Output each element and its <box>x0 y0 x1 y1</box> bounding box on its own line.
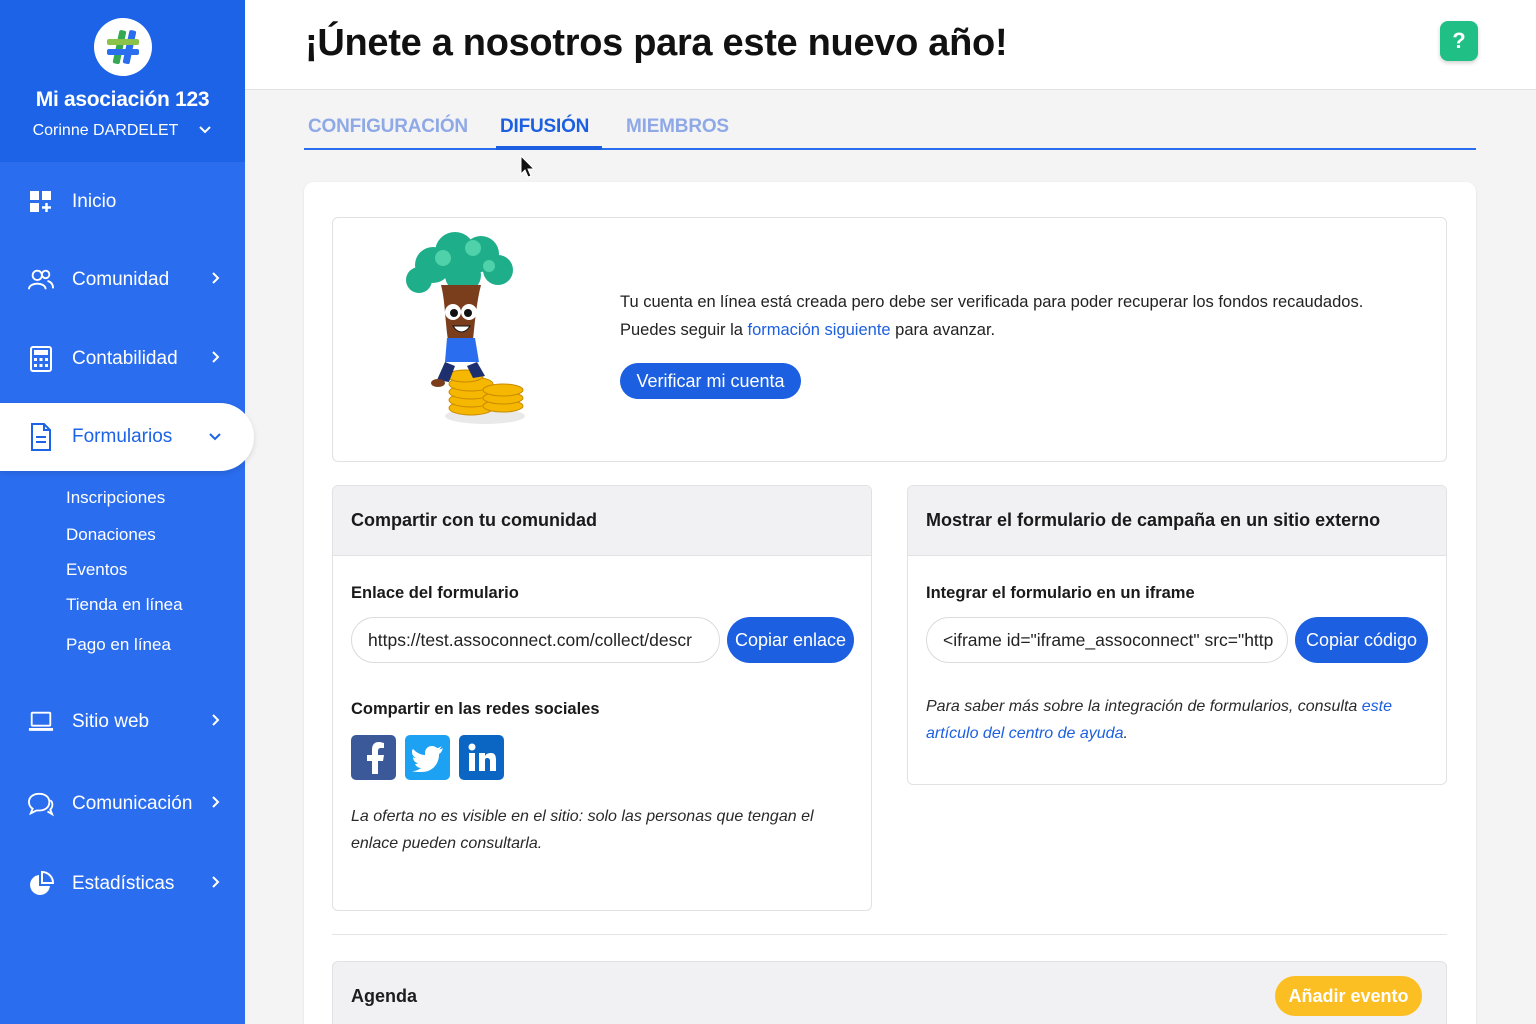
sidebar-item-label: Sitio web <box>72 711 150 732</box>
sidebar: Mi asociación 123 Corinne DARDELET Inici… <box>0 0 254 1024</box>
agenda-section: Agenda Añadir evento <box>332 961 1447 1024</box>
share-note-line-2: enlace pueden consultarla. <box>351 835 543 852</box>
sidebar-item-comunidad[interactable]: Comunidad <box>0 246 245 314</box>
verify-account-box: Tu cuenta en línea está creada pero debe… <box>332 217 1447 462</box>
sidebar-item-formularios[interactable]: Formularios <box>0 403 254 471</box>
page-header: ¡Únete a nosotros para este nuevo año! ? <box>245 0 1536 90</box>
chevron-right-icon <box>211 711 221 733</box>
share-card: Compartir con tu comunidad Enlace del fo… <box>332 485 872 911</box>
iframe-label: Integrar el formulario en un iframe <box>926 584 1195 602</box>
page-title: ¡Únete a nosotros para este nuevo año! <box>305 22 1008 64</box>
chevron-down-icon <box>198 122 212 140</box>
embed-note: Para saber más sobre la integración de f… <box>926 693 1426 747</box>
add-event-button[interactable]: Añadir evento <box>1275 976 1422 1016</box>
tab-miembros[interactable]: MIEMBROS <box>626 116 729 138</box>
sidebar-item-label: Contabilidad <box>72 348 178 369</box>
tree-mascot-illustration <box>393 230 533 435</box>
facebook-icon[interactable] <box>351 735 396 780</box>
help-article-link-part2[interactable]: artículo del centro de ayuda <box>926 725 1123 742</box>
mouse-cursor-icon <box>520 154 536 184</box>
chart-icon <box>28 871 54 897</box>
sidebar-subitem-eventos[interactable]: Eventos <box>66 560 127 580</box>
org-logo[interactable] <box>93 18 152 76</box>
sidebar-item-inicio[interactable]: Inicio <box>0 168 245 236</box>
embed-card: Mostrar el formulario de campaña en un s… <box>907 485 1447 785</box>
verify-line-2-end: para avanzar. <box>890 321 996 339</box>
verify-line-2-text: Puedes seguir la <box>620 321 748 339</box>
user-name: Corinne DARDELET <box>32 122 179 139</box>
tab-bar: CONFIGURACIÓN DIFUSIÓN MIEMBROS <box>304 108 1476 150</box>
calculator-icon <box>28 346 54 372</box>
sidebar-subitem-tienda[interactable]: Tienda en línea <box>66 595 183 615</box>
agenda-title: Agenda <box>351 986 418 1006</box>
chevron-right-icon <box>211 269 221 291</box>
linkedin-icon[interactable] <box>459 735 504 780</box>
help-article-link-part1[interactable]: este <box>1362 698 1392 715</box>
sidebar-item-label: Comunidad <box>72 269 170 290</box>
sidebar-item-estadisticas[interactable]: Estadísticas <box>0 850 245 918</box>
content-panel: Tu cuenta en línea está creada pero debe… <box>304 182 1476 1024</box>
embed-note-text: Para saber más sobre la integración de f… <box>926 698 1362 715</box>
section-divider <box>332 934 1447 935</box>
sidebar-subitem-pago[interactable]: Pago en línea <box>66 635 171 655</box>
sidebar-subitem-inscripciones[interactable]: Inscripciones <box>66 488 165 508</box>
dashboard-icon <box>28 189 54 215</box>
sidebar-brand: Mi asociación 123 Corinne DARDELET <box>0 0 245 162</box>
user-menu[interactable]: Corinne DARDELET <box>33 122 213 140</box>
verify-line-1: Tu cuenta en línea está creada pero debe… <box>620 293 1364 311</box>
active-tab-indicator <box>496 146 602 150</box>
form-link-input[interactable]: https://test.assoconnect.com/collect/des… <box>351 617 720 663</box>
document-icon <box>28 423 54 451</box>
org-name: Mi asociación 123 <box>35 88 210 111</box>
social-share-label: Compartir en las redes sociales <box>351 700 600 718</box>
twitter-icon[interactable] <box>405 735 450 780</box>
sidebar-item-label: Inicio <box>72 191 117 212</box>
share-card-title: Compartir con tu comunidad <box>333 486 871 556</box>
sidebar-item-sitio-web[interactable]: Sitio web <box>0 688 245 756</box>
form-link-label: Enlace del formulario <box>351 584 519 602</box>
chevron-down-icon <box>208 426 222 448</box>
copy-code-button[interactable]: Copiar código <box>1295 617 1428 663</box>
copy-link-button[interactable]: Copiar enlace <box>727 617 854 663</box>
laptop-icon <box>28 709 54 735</box>
help-button[interactable]: ? <box>1440 21 1478 61</box>
chevron-right-icon <box>211 873 221 895</box>
tab-configuracion[interactable]: CONFIGURACIÓN <box>308 116 468 138</box>
share-note-line-1: La oferta no es visible en el sitio: sol… <box>351 808 814 825</box>
sidebar-item-contabilidad[interactable]: Contabilidad <box>0 325 245 393</box>
chevron-right-icon <box>211 793 221 815</box>
embed-note-end: . <box>1123 725 1128 742</box>
sidebar-subitem-donaciones[interactable]: Donaciones <box>66 525 156 545</box>
sidebar-item-comunicacion[interactable]: Comunicación <box>0 770 245 838</box>
verify-line-2: Puedes seguir la formación siguiente par… <box>620 316 1363 344</box>
community-icon <box>28 267 54 293</box>
chat-icon <box>28 791 54 817</box>
sidebar-item-label: Formularios <box>72 426 173 447</box>
sidebar-item-label: Estadísticas <box>72 873 175 894</box>
embed-card-title: Mostrar el formulario de campaña en un s… <box>908 486 1446 556</box>
iframe-code-input[interactable]: <iframe id="iframe_assoconnect" src="htt… <box>926 617 1288 663</box>
formacion-link[interactable]: formación siguiente <box>748 321 891 339</box>
chevron-right-icon <box>211 348 221 370</box>
sidebar-item-label: Comunicación <box>72 793 193 814</box>
share-note: La oferta no es visible en el sitio: sol… <box>351 803 814 857</box>
verify-message: Tu cuenta en línea está creada pero debe… <box>620 288 1363 344</box>
tab-difusion[interactable]: DIFUSIÓN <box>500 116 589 138</box>
verify-account-button[interactable]: Verificar mi cuenta <box>620 363 801 399</box>
